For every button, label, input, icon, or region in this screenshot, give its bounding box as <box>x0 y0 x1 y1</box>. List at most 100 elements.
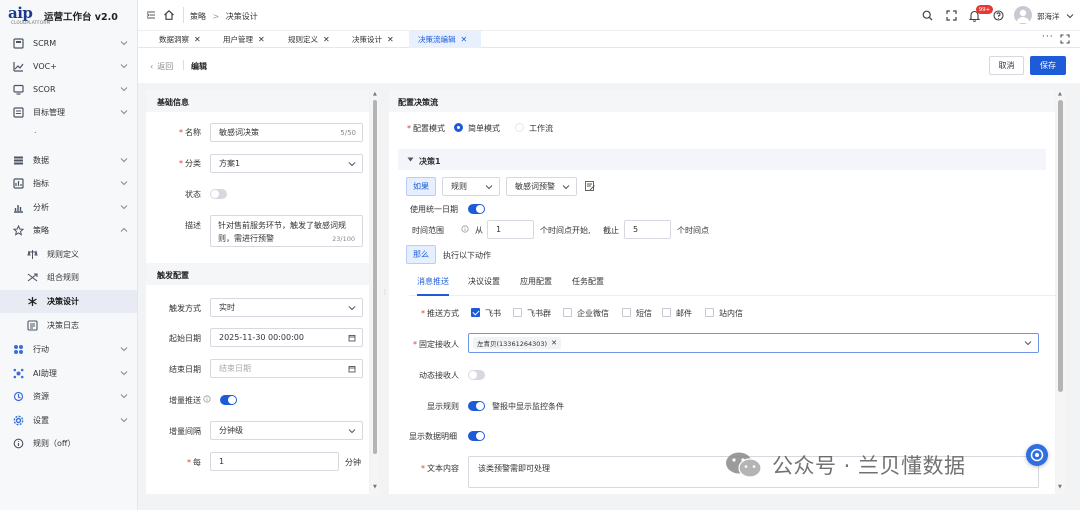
sidebar-item-decision-design[interactable]: 决策设计 <box>0 290 137 313</box>
every-value: 1 <box>219 457 225 466</box>
close-icon[interactable]: ✕ <box>258 35 265 44</box>
close-icon[interactable]: ✕ <box>194 35 201 44</box>
show-rule-toggle[interactable] <box>468 401 485 411</box>
radio-simple-mode[interactable] <box>454 123 463 132</box>
scroll-thumb[interactable] <box>1058 100 1063 392</box>
expand-icon[interactable] <box>1060 34 1070 44</box>
checkbox-inbox[interactable] <box>705 308 714 317</box>
info-icon[interactable] <box>461 225 469 233</box>
sidebar-item-target[interactable]: 目标管理 <box>0 101 137 124</box>
start-date-value: 2025-11-30 00:00:00 <box>219 333 304 342</box>
right-scrollbar[interactable]: ▲ ▼ <box>1056 90 1065 494</box>
fullscreen-icon[interactable] <box>946 10 957 21</box>
edit-document-icon[interactable] <box>584 180 596 192</box>
sidebar-item-action[interactable]: 行动 <box>0 338 137 361</box>
close-icon[interactable]: ✕ <box>323 35 330 44</box>
tab-message-push[interactable]: 消息推送 <box>417 276 449 296</box>
checkbox-feishu-group[interactable] <box>513 308 522 317</box>
info-icon[interactable] <box>203 395 211 403</box>
tab-app-config[interactable]: 应用配置 <box>520 276 552 296</box>
avatar[interactable] <box>1014 6 1032 24</box>
sidebar-item-resource[interactable]: 资源 <box>0 385 137 408</box>
checkbox-feishu[interactable] <box>471 308 480 317</box>
sidebar-item-voc[interactable]: VOC+ <box>0 55 137 78</box>
wecom-label: 企业微信 <box>577 309 609 318</box>
radio-workflow-mode[interactable] <box>515 123 524 132</box>
back-link[interactable]: ‹ 返回 <box>150 61 173 72</box>
help-icon[interactable] <box>993 10 1004 21</box>
sms-label: 短信 <box>636 309 652 318</box>
breadcrumb-item[interactable]: 决策设计 <box>226 12 258 21</box>
sidebar-item-scrm[interactable]: SCRM <box>0 32 137 55</box>
until-suffix: 个时间点 <box>677 226 709 235</box>
tab-user-management[interactable]: 用户管理 ✕ <box>219 31 269 48</box>
save-button[interactable]: 保存 <box>1030 56 1066 75</box>
home-icon[interactable] <box>163 9 175 21</box>
interval-select[interactable]: 分钟级 <box>210 421 363 440</box>
sidebar-item-scor[interactable]: SCOR <box>0 78 137 101</box>
tab-task-config[interactable]: 任务配置 <box>572 276 604 296</box>
scroll-up-icon[interactable]: ▲ <box>373 91 377 97</box>
close-icon[interactable]: ✕ <box>387 35 394 44</box>
checkbox-email[interactable] <box>662 308 671 317</box>
then-button[interactable]: 那么 <box>406 245 436 264</box>
description-textarea[interactable]: 针对售前服务环节，触发了敏感词规 则，需进行预警 23/100 <box>210 215 363 247</box>
dynamic-recipient-toggle[interactable] <box>468 370 485 380</box>
cancel-button[interactable]: 取消 <box>989 56 1024 75</box>
chevron-down-icon[interactable] <box>1066 12 1074 20</box>
start-date-picker[interactable]: 2025-11-30 00:00:00 <box>210 328 363 347</box>
simple-mode-label: 简单模式 <box>468 124 500 133</box>
every-input[interactable]: 1 <box>210 452 339 471</box>
status-label: 状态 <box>185 190 201 199</box>
tab-rule-definition[interactable]: 规则定义 ✕ <box>284 31 334 48</box>
sidebar-item-rule-off[interactable]: 规则（off） <box>0 432 137 455</box>
tab-data-insight[interactable]: 数据洞察 ✕ <box>155 31 205 48</box>
scroll-thumb[interactable] <box>373 100 377 454</box>
user-name[interactable]: 郭海洋 <box>1037 11 1060 22</box>
rule-select[interactable]: 敏感词预警 <box>506 177 577 196</box>
sidebar-item-analysis[interactable]: 分析 <box>0 196 137 219</box>
until-input[interactable]: 5 <box>624 220 671 239</box>
category-select[interactable]: 方案1 <box>210 154 363 173</box>
unified-date-toggle[interactable] <box>468 204 485 214</box>
sidebar-item-strategy[interactable]: 策略 <box>0 219 137 242</box>
incremental-push-toggle[interactable] <box>220 395 237 405</box>
fixed-recipient-select[interactable]: 左青贝(13361264303) ✕ <box>468 333 1039 353</box>
show-detail-toggle[interactable] <box>468 431 485 441</box>
collapse-menu-icon[interactable] <box>146 10 156 20</box>
tab-decision-flow-edit[interactable]: 决策流编辑 ✕ <box>409 31 481 48</box>
condition-type-select[interactable]: 规则 <box>442 177 500 196</box>
breadcrumb-item[interactable]: 策略 <box>190 12 206 21</box>
sidebar-separator: . <box>34 126 37 135</box>
sidebar-item-ai[interactable]: AI助理 <box>0 362 137 385</box>
checkbox-sms[interactable] <box>622 308 631 317</box>
close-icon[interactable]: ✕ <box>461 35 468 44</box>
decision-header[interactable] <box>398 149 1046 170</box>
left-scrollbar[interactable]: ▲ ▼ <box>371 90 379 494</box>
if-button[interactable]: 如果 <box>406 177 436 196</box>
name-input[interactable]: 敏感词决策 5/50 <box>210 123 363 142</box>
scroll-up-icon[interactable]: ▲ <box>1058 91 1062 97</box>
trigger-mode-select[interactable]: 实时 <box>210 298 363 317</box>
checkbox-wecom[interactable] <box>563 308 572 317</box>
scroll-down-icon[interactable]: ▼ <box>1058 484 1062 490</box>
sidebar-item-metric[interactable]: 指标 <box>0 172 137 195</box>
sidebar-item-data[interactable]: 数据 <box>0 149 137 172</box>
more-icon[interactable]: ··· <box>1042 32 1054 42</box>
status-toggle[interactable] <box>210 189 227 199</box>
end-date-picker[interactable]: 结束日期 <box>210 359 363 378</box>
search-icon[interactable] <box>922 10 933 21</box>
scroll-down-icon[interactable]: ▼ <box>373 484 377 490</box>
sidebar-item-rule-def[interactable]: 规则定义 <box>0 243 137 266</box>
assistant-button[interactable] <box>1026 444 1048 466</box>
from-input[interactable]: 1 <box>487 220 534 239</box>
tag-close-icon[interactable]: ✕ <box>551 339 557 347</box>
caret-down-icon[interactable] <box>407 156 414 163</box>
tab-resolution-settings[interactable]: 决议设置 <box>468 276 500 296</box>
from-suffix: 个时间点开始, <box>540 226 591 235</box>
tab-decision-design[interactable]: 决策设计 ✕ <box>348 31 398 48</box>
sidebar-item-combine[interactable]: 组合规则 <box>0 266 137 289</box>
sidebar-item-settings[interactable]: 设置 <box>0 409 137 432</box>
sidebar-item-decision-log[interactable]: 决策日志 <box>0 314 137 337</box>
resize-handle[interactable]: ⋮ <box>382 289 388 296</box>
